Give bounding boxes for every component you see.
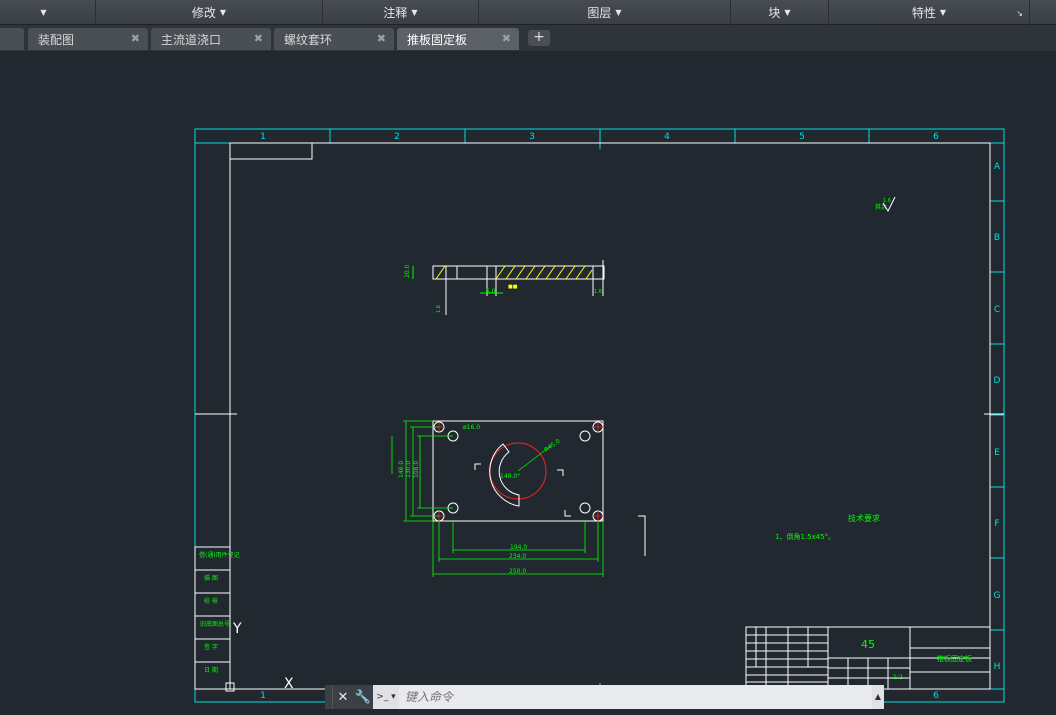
ribbon-panel-modify[interactable]: 修改 ▼ xyxy=(96,0,323,25)
side-table-label: 签 字 xyxy=(204,643,218,651)
close-icon[interactable]: ✖ xyxy=(502,32,511,45)
chevron-down-icon: ▼ xyxy=(219,8,227,17)
zone-col-top-4: 4 xyxy=(664,132,670,142)
code-box xyxy=(229,142,313,160)
zone-row-d: D xyxy=(994,376,1001,386)
tab-thread-ring[interactable]: 螺纹套环 ✖ xyxy=(274,28,394,50)
zone-col-top-2: 2 xyxy=(394,132,400,142)
dim-108: 108.0 xyxy=(413,461,420,478)
command-line-bar: ✕ 🔧 >_ ▾ ▲ xyxy=(325,685,884,709)
dim-thickness: 20.0 xyxy=(404,264,411,278)
zone-row-b: B xyxy=(994,233,1000,243)
roughness-section: 1.6 xyxy=(436,305,442,313)
zone-col-top-5: 5 xyxy=(799,132,805,142)
close-icon[interactable]: ✕ xyxy=(333,685,353,709)
section-hatch xyxy=(435,265,593,280)
zone-row-a: A xyxy=(994,162,1001,172)
title-block-material: 45 xyxy=(861,638,875,651)
new-tab-button[interactable]: + xyxy=(528,30,550,46)
zone-col-top-1: 1 xyxy=(260,132,266,142)
ribbon-panel-draw[interactable]: ▼ xyxy=(0,0,96,25)
ribbon-panel-bar: ▼ 修改 ▼ 注释 ▼ 图层 ▼ 块 ▼ 特性 ▼ ↘ xyxy=(0,0,1056,25)
chevron-down-icon: ▼ xyxy=(411,8,418,17)
dim-radius: R45.0 xyxy=(543,438,562,454)
dim-234: 234.0 xyxy=(509,553,526,560)
panel-launcher-icon[interactable]: ↘ xyxy=(1016,9,1023,18)
dim-counterbore: 5.0 xyxy=(486,288,496,295)
side-table-labels: 借(通)用件登记 描 图 校 核 旧底图总号 签 字 日 期 xyxy=(199,551,240,674)
chevron-up-icon[interactable]: ▲ xyxy=(872,685,884,709)
dim-section-right: 1.6 xyxy=(594,289,602,295)
zone-row-h: H xyxy=(994,662,1001,672)
side-table-label: 描 图 xyxy=(204,574,218,582)
ribbon-panel-layers[interactable]: 图层 ▼ xyxy=(479,0,731,25)
chevron-down-icon: ▼ xyxy=(615,8,622,17)
tech-requirements-title: 技术要求 xyxy=(848,513,880,523)
zone-row-e: E xyxy=(994,448,1000,458)
dim-194: 194.0 xyxy=(510,544,527,551)
ribbon-panel-more[interactable] xyxy=(1030,0,1056,25)
column-dividers xyxy=(329,129,1004,702)
dim-hole: ø16.0 xyxy=(463,424,480,431)
drawing-canvas[interactable]: 1 2 3 4 5 6 1 2 3 4 5 6 A B C D E F G H … xyxy=(0,51,1056,715)
chevron-down-icon: ▼ xyxy=(784,8,791,17)
dim-130: 130.0 xyxy=(405,461,412,478)
dim-148: 148.0 xyxy=(398,461,405,478)
close-icon[interactable]: ✖ xyxy=(377,32,386,45)
title-block-scale: 1:2 xyxy=(893,674,903,681)
command-prompt-icon[interactable]: >_ ▾ xyxy=(373,685,399,709)
tab-assembly[interactable]: 装配图 ✖ xyxy=(28,28,148,50)
zone-col-top-3: 3 xyxy=(529,132,535,142)
command-input[interactable] xyxy=(399,685,872,709)
dim-250: 250.0 xyxy=(509,568,526,575)
ucs-y-axis-label: Y xyxy=(232,621,242,637)
ribbon-panel-annotate[interactable]: 注释 ▼ xyxy=(323,0,479,25)
section-view: 20.0 5.0 ■■ 1.6 1.6 xyxy=(404,260,605,315)
zone-row-c: C xyxy=(994,305,1000,315)
side-table-label: 校 核 xyxy=(204,597,218,605)
chevron-down-icon: ▼ xyxy=(939,8,947,17)
side-table-label: 借(通)用件登记 xyxy=(199,551,240,559)
roughness-value: 1.6 xyxy=(883,198,891,204)
tab-ejector-retainer-plate[interactable]: 推板固定板 ✖ xyxy=(397,28,519,50)
drag-handle-icon[interactable] xyxy=(325,685,333,709)
outer-border xyxy=(194,128,1005,703)
ribbon-panel-properties[interactable]: 特性 ▼ ↘ xyxy=(829,0,1030,25)
ucs-x-axis-label: X xyxy=(284,676,294,692)
zone-row-g: G xyxy=(994,591,1001,601)
title-block-part-name: 推板固定板 xyxy=(937,654,972,663)
tab-hidden[interactable] xyxy=(0,28,24,50)
tech-requirements-note: 1、倒角1.5x45°。 xyxy=(775,532,835,541)
zone-col-top-6: 6 xyxy=(933,132,939,142)
plan-view: R45.0 140.0° ø16.0 194.0 234.0 250.0 148… xyxy=(391,420,604,577)
close-icon[interactable]: ✖ xyxy=(131,32,140,45)
zone-col-bottom-6: 6 xyxy=(933,691,939,701)
dim-angle: 140.0° xyxy=(500,473,520,480)
section-cut-mark xyxy=(638,515,646,556)
drawing-svg: 1 2 3 4 5 6 1 2 3 4 5 6 A B C D E F G H … xyxy=(194,128,1005,703)
inner-border xyxy=(229,142,991,690)
zone-col-bottom-1: 1 xyxy=(260,691,266,701)
chevron-down-icon: ▼ xyxy=(40,8,47,17)
tab-sprue-bushing[interactable]: 主流道浇口 ✖ xyxy=(151,28,271,50)
wrench-icon[interactable]: 🔧 xyxy=(353,685,373,709)
side-table-label: 旧底图总号 xyxy=(200,620,230,628)
section-marker: ■■ xyxy=(508,284,518,290)
close-icon[interactable]: ✖ xyxy=(254,32,263,45)
zone-labels: 1 2 3 4 5 6 1 2 3 4 5 6 A B C D E F G H xyxy=(260,132,1001,701)
zone-row-f: F xyxy=(994,519,999,529)
side-table-label: 日 期 xyxy=(204,666,218,674)
ribbon-panel-block[interactable]: 块 ▼ xyxy=(731,0,829,25)
